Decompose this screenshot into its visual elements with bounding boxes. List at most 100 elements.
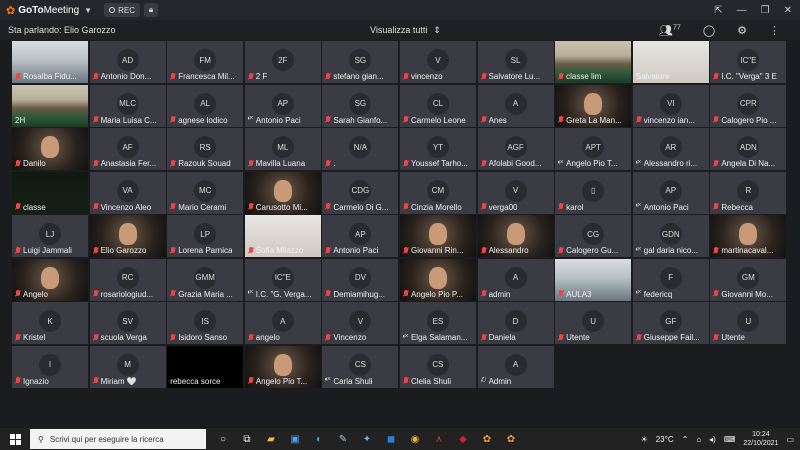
participant-tile[interactable]: YT Youssef Tarho... (399, 128, 476, 170)
app-icon[interactable]: ◆ (456, 432, 470, 446)
chat-button[interactable]: ◯ (703, 24, 715, 37)
participant-tile[interactable]: R Rebecca (710, 171, 787, 214)
participant-tile[interactable]: Giovanni Rin... (399, 215, 476, 257)
participant-tile[interactable]: VI vincenzo ian... (632, 84, 709, 127)
participant-tile[interactable]: IC"EI.C. "G. Verga... (244, 258, 321, 301)
participant-tile[interactable]: GF Giuseppe Fail... (632, 302, 709, 344)
participant-tile[interactable]: Angelo (12, 258, 88, 301)
participant-tile[interactable]: MC Mario Cerami (167, 171, 244, 214)
participant-tile[interactable]: APTAngelo Pio T... (555, 128, 632, 170)
participant-tile[interactable]: U Utente (710, 302, 787, 344)
view-all-selector[interactable]: Visualizza tutti ⇕ (370, 25, 441, 36)
participant-tile[interactable]: SG stefano gian... (322, 41, 399, 83)
participant-tile[interactable]: Danilo (12, 128, 88, 170)
participant-tile[interactable]: AF Anastasia Fer... (89, 128, 166, 170)
participant-tile[interactable]: Angelo Pio T... (244, 345, 321, 388)
participant-tile[interactable]: Elio Garozzo (89, 215, 166, 257)
participant-tile[interactable]: U Utente (555, 302, 632, 344)
app-icon[interactable]: ✎ (336, 432, 350, 446)
weather-temp[interactable]: 23°C (656, 435, 674, 444)
participant-tile[interactable]: APAntonio Paci (322, 215, 399, 257)
participant-tile[interactable]: V Vincenzo (322, 302, 399, 344)
attendees-button[interactable]: 👥︎77 (659, 24, 681, 37)
more-button[interactable]: ⋮ (769, 24, 780, 37)
outlook-icon[interactable]: ◼ (384, 432, 398, 446)
participant-tile[interactable]: Salvatore (632, 41, 709, 83)
gotomeeting-icon[interactable]: ✿ (480, 432, 494, 446)
participant-tile[interactable]: martinacaval... (710, 215, 787, 257)
participant-tile[interactable]: AGF Afolabi Good... (477, 128, 554, 170)
chevron-down-icon[interactable]: ▼ (84, 6, 92, 15)
gotomeeting-icon[interactable]: ✿ (504, 432, 518, 446)
minimize-button[interactable]: — (737, 5, 747, 16)
participant-tile[interactable]: APAntonio Paci (632, 171, 709, 214)
participant-tile[interactable]: ARAlessandro ri... (632, 128, 709, 170)
volume-icon[interactable]: ◂) (709, 435, 716, 444)
notifications-icon[interactable]: ▭ (786, 435, 794, 444)
participant-tile[interactable]: AD Antonio Don... (89, 41, 166, 83)
participant-tile[interactable]: CPR Calogero Pio ... (710, 84, 787, 127)
network-icon[interactable]: ⌂ (696, 435, 701, 444)
participant-tile[interactable]: ▯ karol (555, 171, 632, 214)
participant-tile[interactable]: ESElga Salaman... (399, 302, 476, 344)
participant-tile[interactable]: CM Cinzia Morello (399, 171, 476, 214)
participant-tile[interactable]: VA Vincenzo Aleo (89, 171, 166, 214)
weather-icon[interactable]: ☀ (641, 435, 648, 444)
participant-tile[interactable]: N/A. (322, 128, 399, 170)
participant-tile[interactable]: ML Mavilla Luana (244, 128, 321, 170)
participant-tile[interactable]: Angelo Pio P... (399, 258, 476, 301)
participant-tile[interactable]: GDNgal daria nico... (632, 215, 709, 257)
store-icon[interactable]: ▣ (288, 432, 302, 446)
clock[interactable]: 10:24 22/10/2021 (743, 430, 778, 448)
participant-tile[interactable]: GM Giovanni Mo... (710, 258, 787, 301)
record-button[interactable]: REC (104, 3, 140, 17)
participant-tile[interactable]: SG Sarah Gianfo... (322, 84, 399, 127)
participant-tile[interactable]: Greta La Man... (555, 84, 632, 127)
file-explorer-icon[interactable]: ▰ (264, 432, 278, 446)
participant-tile[interactable]: FM Francesca Mil... (167, 41, 244, 83)
task-view-icon[interactable]: ⧉ (240, 432, 254, 446)
start-button[interactable] (0, 428, 30, 450)
participant-tile[interactable]: CS Clelia Shuli (399, 345, 476, 388)
participant-tile[interactable]: MLC Maria Luisa C... (89, 84, 166, 127)
settings-button[interactable]: ⚙ (737, 24, 747, 37)
participant-tile[interactable]: RC rosariologiud... (89, 258, 166, 301)
participant-tile[interactable]: classe (12, 171, 88, 214)
lock-button[interactable]: 🔒︎ (143, 3, 158, 17)
participant-tile[interactable]: rebecca sorce (167, 345, 244, 388)
participant-tile[interactable]: K Kristel (12, 302, 88, 344)
participant-tile[interactable]: Sofia Milazzo (244, 215, 321, 257)
chrome-icon[interactable]: ◉ (408, 432, 422, 446)
participant-tile[interactable]: IC"E I.C. "Verga" 3 E (710, 41, 787, 83)
participant-tile[interactable]: CDG Carmelo Di G... (322, 171, 399, 214)
participant-tile[interactable]: Alessandro (477, 215, 554, 257)
app-icon[interactable]: ✦ (360, 432, 374, 446)
participant-tile[interactable]: Aadmin (477, 258, 554, 301)
participant-tile[interactable]: LJ Luigi Jammali (12, 215, 88, 257)
app-logo[interactable]: ✿ GoToMeeting ▼ (0, 4, 92, 17)
participant-tile[interactable]: Carusotto Mi... (244, 171, 321, 214)
language-icon[interactable]: ⌨ (724, 435, 736, 444)
participant-tile[interactable]: M Miriam 🤍 (89, 345, 166, 388)
participant-tile[interactable]: ADN Angela Di Na... (710, 128, 787, 170)
participant-tile[interactable]: LP Lorena Parnica (167, 215, 244, 257)
popout-button[interactable]: ⇱ (714, 5, 722, 16)
participant-tile[interactable]: CL Carmelo Leone (399, 84, 476, 127)
participant-tile[interactable]: I Ignazio (12, 345, 88, 388)
chevron-up-icon[interactable]: ⌃ (682, 435, 689, 444)
participant-tile[interactable]: GMM Grazia Maria ... (167, 258, 244, 301)
participant-tile[interactable]: Ffedericq (632, 258, 709, 301)
participant-tile[interactable]: SL Salvatore Lu... (477, 41, 554, 83)
participant-tile[interactable]: 2F 2 F (244, 41, 321, 83)
participant-tile[interactable]: Vverga00 (477, 171, 554, 214)
participant-tile[interactable]: RS Razouk Souad (167, 128, 244, 170)
close-button[interactable]: ✕ (784, 5, 792, 16)
maximize-button[interactable]: ❐ (761, 5, 770, 16)
acrobat-icon[interactable]: ⋏ (432, 432, 446, 446)
participant-tile[interactable]: CG Calogero Gu... (555, 215, 632, 257)
participant-tile[interactable]: AULA3 (555, 258, 632, 301)
participant-tile[interactable]: Aangelo (244, 302, 321, 344)
participant-tile[interactable]: classe lim (555, 41, 632, 83)
participant-tile[interactable]: CSCarla Shuli (322, 345, 399, 388)
participant-tile[interactable]: D Daniela (477, 302, 554, 344)
